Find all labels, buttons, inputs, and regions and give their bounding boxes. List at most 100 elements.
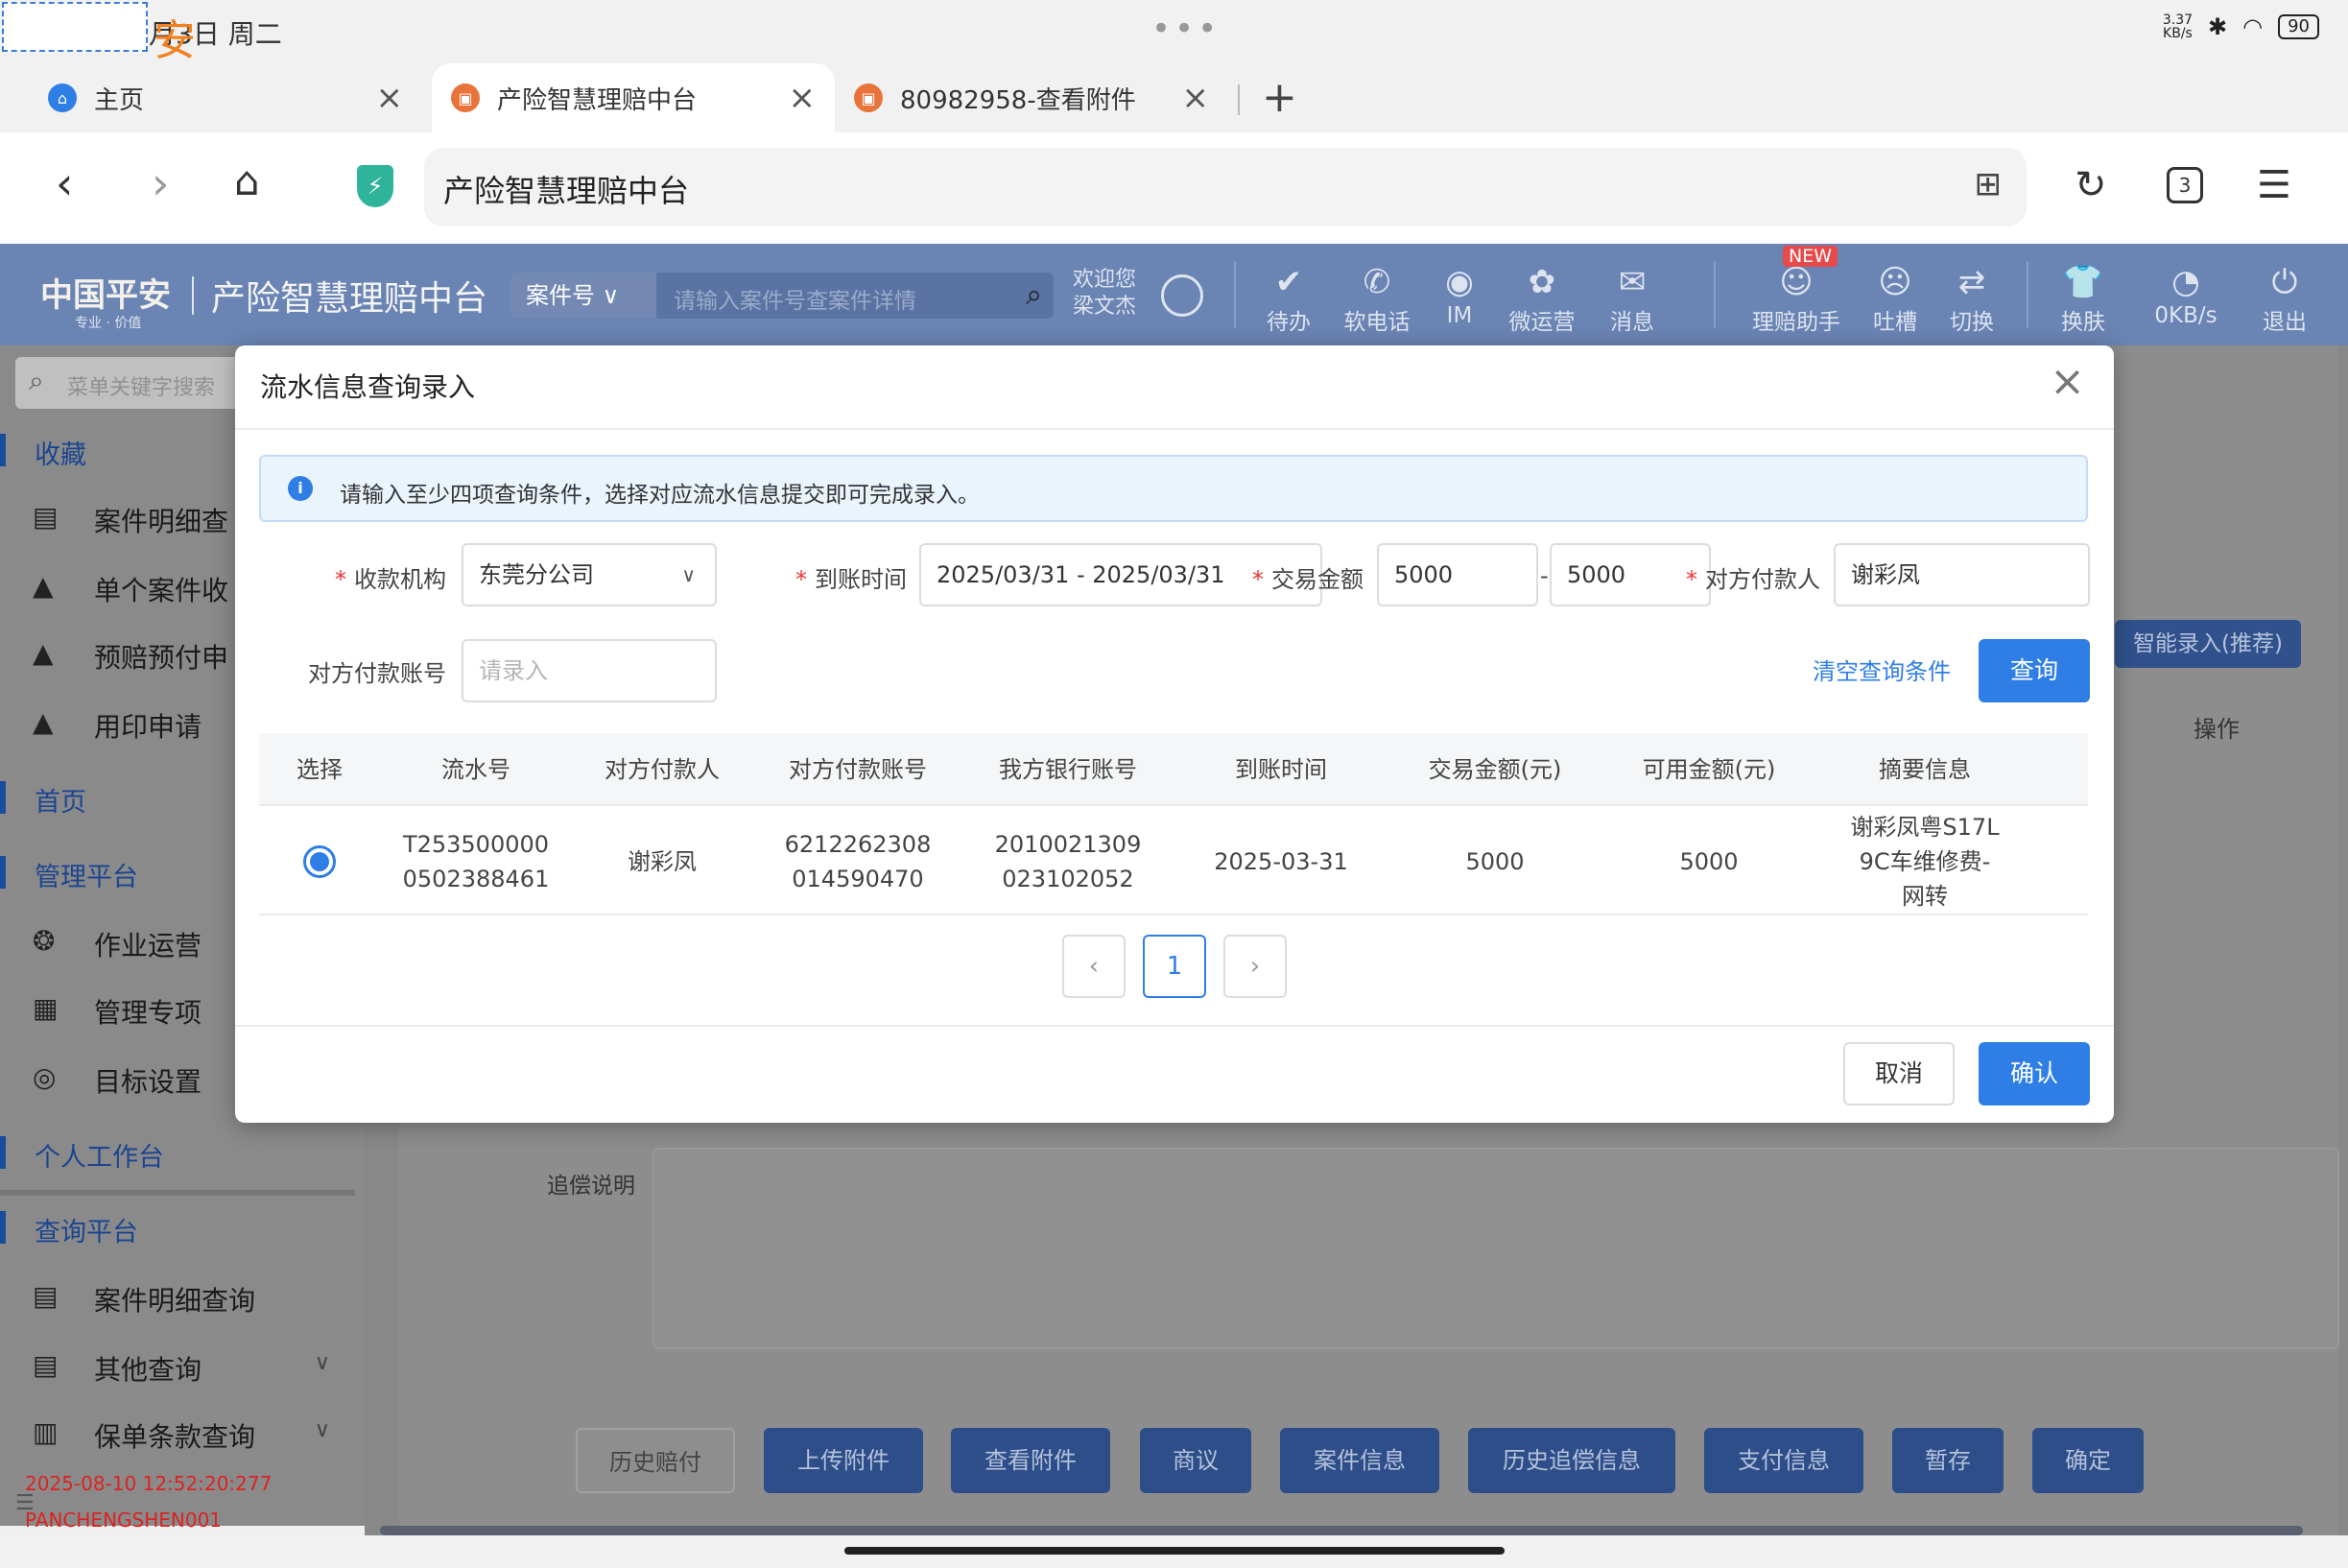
save-draft-button[interactable]: 暂存 <box>1892 1428 2004 1493</box>
query-button[interactable]: 查询 <box>1979 639 2090 702</box>
arrival-time-label: * 到账时间 <box>795 566 907 593</box>
payer-account-cell: 6212262308 014590470 <box>784 831 932 892</box>
header-divider <box>1714 261 1716 328</box>
close-icon[interactable]: × <box>376 79 404 117</box>
mail-icon: ✉ <box>1618 263 1647 301</box>
home-icon[interactable]: ⌂ <box>234 157 260 204</box>
calendar-icon: ▦ <box>33 992 59 1024</box>
col-our-account: 我方银行账号 <box>999 756 1137 783</box>
payment-info-button[interactable]: 支付信息 <box>1704 1428 1863 1493</box>
smart-entry-button[interactable]: 智能录入(推荐) <box>2115 620 2301 668</box>
sidebar-item-policy-query[interactable]: ▥ 保单条款查询 ∨ <box>0 1405 365 1462</box>
case-search-input[interactable]: 请输入案件号查案件详情 <box>674 282 916 315</box>
our-account-cell: 2010021309 023102052 <box>994 831 1142 892</box>
history-recovery-button[interactable]: 历史追偿信息 <box>1468 1428 1675 1493</box>
more-dots-icon[interactable]: ••• <box>1151 10 1221 48</box>
home-tab-icon: ⌂ <box>48 83 77 112</box>
url-field[interactable]: 产险智慧理赔中台 ⊞ <box>424 148 2027 226</box>
sidebar-item-case-detail-query[interactable]: ▤ 案件明细查询 <box>0 1269 365 1326</box>
sidebar-group-personal[interactable]: 个人工作台 <box>0 1125 365 1182</box>
table-row[interactable]: T253500000 0502388461 谢彩凤 6212262308 01459… <box>259 808 2088 915</box>
micro-ops-button[interactable]: ✿ 微运营 <box>1499 261 1585 336</box>
claims-assistant-button[interactable]: ☺ 理赔助手 <box>1752 261 1840 336</box>
network-speed-button[interactable]: ◔ 0KB/s <box>2140 261 2232 328</box>
shirt-icon: 👕 <box>2062 263 2104 301</box>
session-timestamp: 2025-08-10 12:52:20:277 <box>25 1472 273 1495</box>
wechat-icon: ✿ <box>1528 263 1556 301</box>
todo-icon: ✔ <box>1274 263 1303 301</box>
amount-min-input[interactable]: 5000 <box>1377 543 1538 606</box>
switch-button[interactable]: ⇄ 切换 <box>1929 261 2015 336</box>
refresh-icon[interactable]: ↻ <box>2075 163 2107 207</box>
next-page-button[interactable]: › <box>1223 935 1287 998</box>
org-select[interactable]: 东莞分公司 ∨ <box>462 543 717 606</box>
app-tab-icon: ▣ <box>854 83 883 112</box>
payer-account-input[interactable]: 请录入 <box>462 639 717 702</box>
menu-icon[interactable]: ☰ <box>2257 163 2291 207</box>
search-type-select[interactable]: 案件号 ∨ <box>510 273 656 319</box>
close-icon[interactable]: × <box>789 79 817 117</box>
logout-button[interactable]: ⏻ 退出 <box>2241 261 2328 336</box>
case-info-button[interactable]: 案件信息 <box>1280 1428 1439 1493</box>
bookmark-add-icon[interactable]: ⊞ <box>1975 165 2003 203</box>
document-search-icon: ▤ <box>33 1280 59 1312</box>
dialog-divider <box>235 428 2114 430</box>
col-summary: 摘要信息 <box>1879 756 1971 783</box>
payer-label: * 对方付款人 <box>1686 566 1820 593</box>
repay-note-textarea[interactable] <box>652 1148 2339 1349</box>
messages-button[interactable]: ✉ 消息 <box>1589 261 1675 336</box>
horizontal-scrollbar[interactable] <box>380 1526 2303 1535</box>
amount-label: * 交易金额 <box>1252 566 1364 593</box>
search-icon[interactable]: ⌕ <box>1026 278 1042 312</box>
home-indicator[interactable] <box>844 1547 1505 1555</box>
sidebar-group-query[interactable]: 查询平台 <box>0 1200 365 1257</box>
close-icon[interactable]: × <box>2050 357 2085 406</box>
todo-button[interactable]: ✔ 待办 <box>1245 261 1332 336</box>
user-avatar-icon[interactable] <box>1161 274 1203 317</box>
shield-icon[interactable]: ⚡ <box>357 165 393 207</box>
tab-count-icon[interactable]: 3 <box>2167 167 2203 203</box>
confirm-button[interactable]: 确认 <box>1979 1042 2090 1105</box>
assistant-icon: ☺ <box>1779 263 1814 301</box>
header-divider <box>2027 261 2028 328</box>
info-icon: i <box>288 476 313 501</box>
chevron-down-icon: ∨ <box>314 1351 330 1375</box>
target-icon: ◎ <box>33 1061 57 1093</box>
prev-page-button[interactable]: ‹ <box>1062 935 1126 998</box>
address-bar: ‹ › ⌂ ⚡ 产险智慧理赔中台 ⊞ ↻ 3 ☰ <box>0 132 2348 244</box>
tab-home[interactable]: ⌂ 主页 × <box>29 63 422 132</box>
overlay-char: 安 <box>154 16 196 65</box>
triangle-icon: ▲ <box>33 570 54 602</box>
page-1-button[interactable]: 1 <box>1143 935 1206 998</box>
tab-label: 80982958-查看附件 <box>900 85 1136 115</box>
forward-icon[interactable]: › <box>152 157 169 209</box>
close-icon[interactable]: × <box>1182 79 1210 117</box>
network-speed: 3.37 KB/s <box>2162 12 2194 41</box>
payer-input[interactable]: 谢彩凤 <box>1834 543 2090 606</box>
tab-attachments[interactable]: ▣ 80982958-查看附件 × <box>835 63 1228 132</box>
im-button[interactable]: ◉ IM <box>1416 261 1503 328</box>
theme-button[interactable]: 👕 换肤 <box>2040 261 2126 336</box>
col-serial: 流水号 <box>441 756 510 783</box>
clear-conditions-link[interactable]: 清空查询条件 <box>1813 653 1951 686</box>
sad-face-icon: ☹ <box>1878 263 1912 301</box>
softphone-button[interactable]: ✆ 软电话 <box>1334 261 1420 336</box>
upload-attachment-button[interactable]: 上传附件 <box>764 1428 923 1493</box>
history-payout-button[interactable]: 历史赔付 <box>576 1428 735 1493</box>
power-icon: ⏻ <box>2271 263 2298 301</box>
arrival-date-cell: 2025-03-31 <box>1214 848 1348 875</box>
new-tab-icon[interactable]: + <box>1262 73 1297 122</box>
back-icon[interactable]: ‹ <box>56 157 73 209</box>
view-attachment-button[interactable]: 查看附件 <box>951 1428 1110 1493</box>
feedback-button[interactable]: ☹ 吐槽 <box>1852 261 1938 336</box>
sidebar-item-other-query[interactable]: ▤ 其他查询 ∨ <box>0 1338 365 1395</box>
available-cell: 5000 <box>1679 848 1739 875</box>
tab-claims-platform[interactable]: ▣ 产险智慧理赔中台 × <box>432 63 835 132</box>
brand-logo: 中国平安 <box>40 276 171 315</box>
col-payer: 对方付款人 <box>605 756 720 783</box>
row-radio[interactable] <box>303 845 336 878</box>
payer-cell: 谢彩凤 <box>628 848 697 875</box>
negotiate-button[interactable]: 商议 <box>1140 1428 1251 1493</box>
cancel-button[interactable]: 取消 <box>1843 1042 1955 1105</box>
submit-button[interactable]: 确定 <box>2032 1428 2144 1493</box>
